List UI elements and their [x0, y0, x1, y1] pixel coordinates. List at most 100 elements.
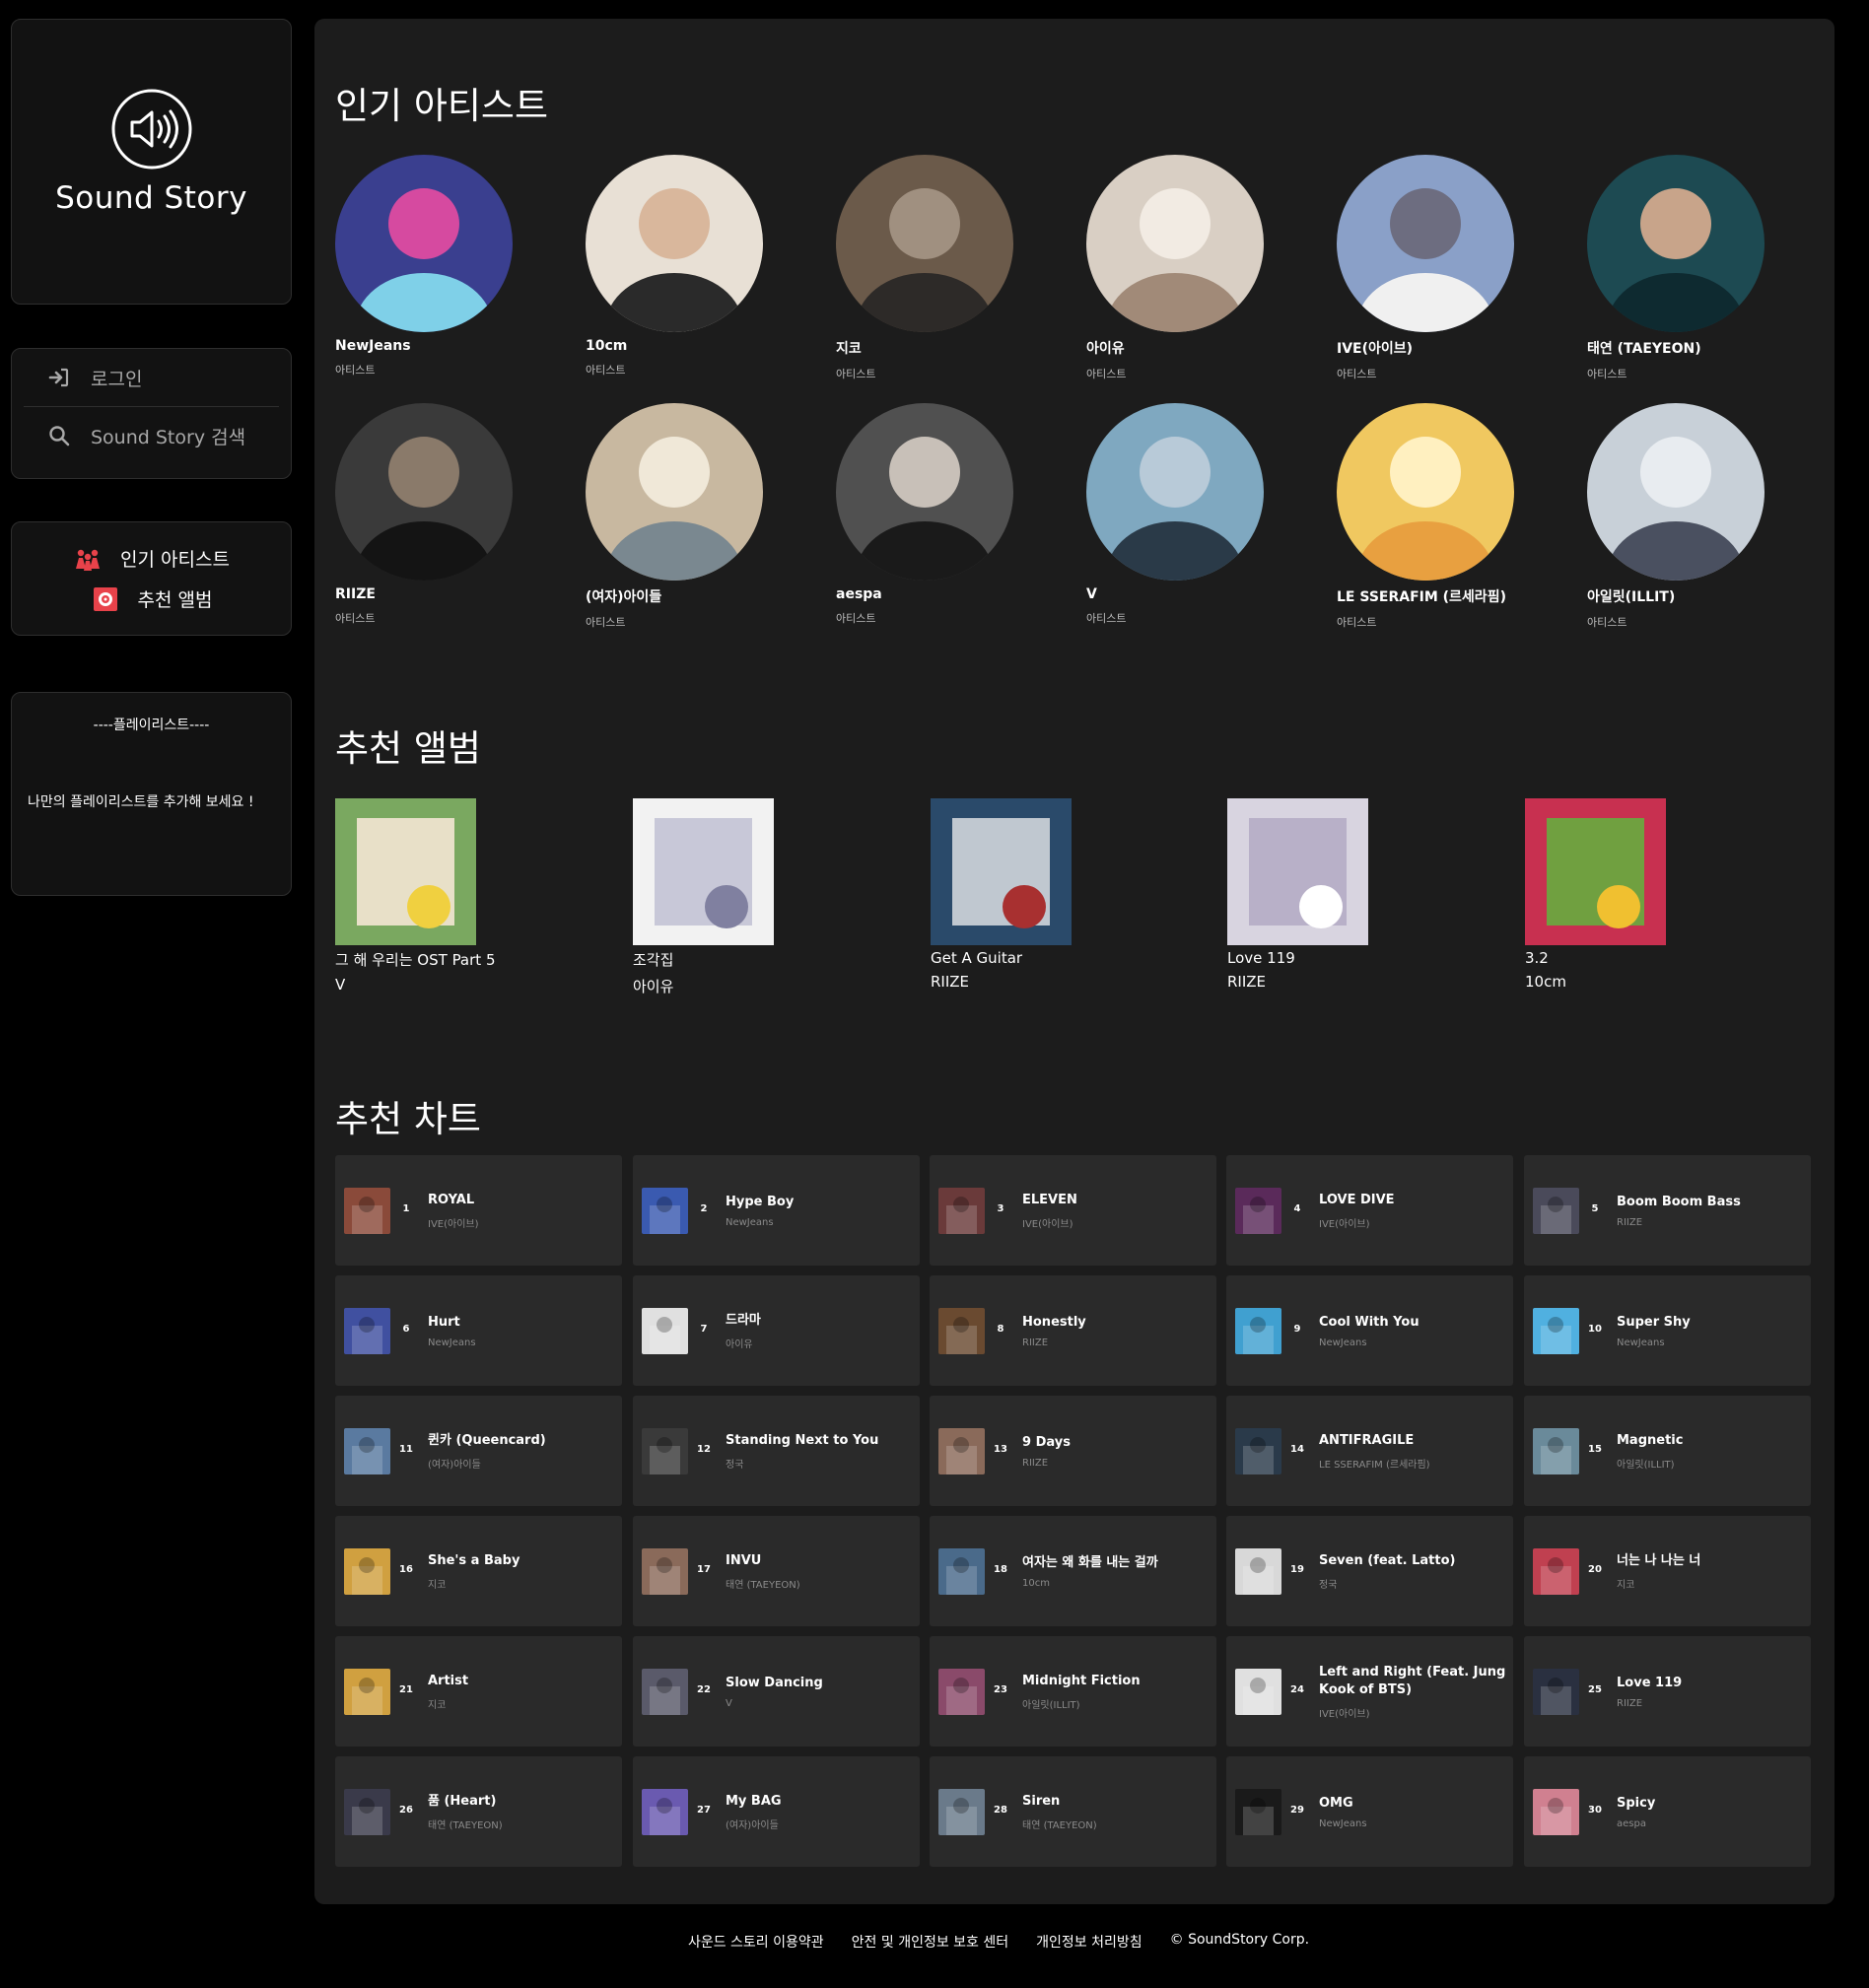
artist-card[interactable]: NewJeans 아티스트: [335, 155, 562, 377]
artist-card[interactable]: 아이유 아티스트: [1086, 155, 1313, 381]
footer-terms-link[interactable]: 사운드 스토리 이용약관: [688, 1932, 824, 1952]
album-card[interactable]: 3.2 10cm: [1525, 798, 1762, 991]
menu-recommended-albums[interactable]: 추천 앨범: [12, 579, 291, 619]
artist-name: IVE(아이브): [1337, 341, 1414, 357]
chart-item[interactable]: 18 여자는 왜 화를 내는 걸까 10cm: [930, 1516, 1216, 1626]
chart-title: Honestly: [1022, 1314, 1086, 1330]
album-cover: [633, 798, 774, 945]
artist-photo: [335, 403, 513, 581]
chart-item[interactable]: 19 Seven (feat. Latto) 정국: [1226, 1516, 1513, 1626]
menu-recommended-albums-label: 추천 앨범: [137, 589, 213, 611]
chart-thumbnail: [938, 1188, 985, 1234]
chart-rank: 28: [994, 1805, 1007, 1816]
footer-privacy-link[interactable]: 개인정보 처리방침: [1036, 1932, 1142, 1952]
chart-info: OMG NewJeans: [1319, 1756, 1506, 1867]
playlist-panel[interactable]: ----플레이리스트---- 나만의 플레이리스트를 추가해 보세요 !: [11, 692, 292, 896]
chart-item[interactable]: 20 너는 나 나는 너 지코: [1524, 1516, 1811, 1626]
artist-photo: [1587, 403, 1765, 581]
chart-item[interactable]: 13 9 Days RIIZE: [930, 1396, 1216, 1506]
chart-thumbnail: [1533, 1428, 1579, 1474]
artist-card[interactable]: 태연 (TAEYEON) 아티스트: [1587, 155, 1814, 381]
chart-item[interactable]: 10 Super Shy NewJeans: [1524, 1275, 1811, 1386]
chart-item[interactable]: 22 Slow Dancing V: [633, 1636, 920, 1747]
chart-item[interactable]: 7 드라마 아이유: [633, 1275, 920, 1386]
chart-item[interactable]: 2 Hype Boy NewJeans: [633, 1155, 920, 1266]
chart-title: 품 (Heart): [428, 1793, 497, 1809]
chart-item[interactable]: 21 Artist 지코: [335, 1636, 622, 1747]
artist-card[interactable]: aespa 아티스트: [836, 403, 1063, 626]
chart-rank: 18: [994, 1564, 1007, 1575]
chart-item[interactable]: 11 퀸카 (Queencard) (여자)아이들: [335, 1396, 622, 1506]
chart-rank: 14: [1290, 1444, 1304, 1455]
artist-card[interactable]: V 아티스트: [1086, 403, 1313, 626]
chart-item[interactable]: 3 ELEVEN IVE(아이브): [930, 1155, 1216, 1266]
chart-info: Left and Right (Feat. Jung Kook of BTS) I…: [1319, 1636, 1506, 1747]
artist-name: 지코: [836, 341, 862, 357]
artist-card[interactable]: RIIZE 아티스트: [335, 403, 562, 626]
chart-rank: 19: [1290, 1564, 1304, 1575]
chart-thumbnail: [1235, 1548, 1281, 1595]
chart-item[interactable]: 1 ROYAL IVE(아이브): [335, 1155, 622, 1266]
chart-item[interactable]: 30 Spicy aespa: [1524, 1756, 1811, 1867]
chart-thumbnail: [642, 1669, 688, 1715]
artist-photo: [586, 403, 763, 581]
chart-rank: 1: [402, 1203, 410, 1214]
chart-item[interactable]: 15 Magnetic 아일릿(ILLIT): [1524, 1396, 1811, 1506]
chart-thumbnail: [1533, 1789, 1579, 1835]
album-card[interactable]: Get A Guitar RIIZE: [931, 798, 1167, 991]
chart-item[interactable]: 8 Honestly RIIZE: [930, 1275, 1216, 1386]
chart-thumbnail: [344, 1789, 390, 1835]
chart-info: Spicy aespa: [1617, 1756, 1804, 1867]
album-card[interactable]: Love 119 RIIZE: [1227, 798, 1464, 991]
chart-item[interactable]: 29 OMG NewJeans: [1226, 1756, 1513, 1867]
chart-item[interactable]: 6 Hurt NewJeans: [335, 1275, 622, 1386]
chart-title: 너는 나 나는 너: [1617, 1552, 1701, 1568]
footer-safety-link[interactable]: 안전 및 개인정보 보호 센터: [852, 1932, 1008, 1952]
artist-card[interactable]: IVE(아이브) 아티스트: [1337, 155, 1563, 381]
artist-name: (여자)아이들: [586, 589, 662, 605]
chart-thumbnail: [938, 1428, 985, 1474]
artist-type: 아티스트: [1086, 368, 1127, 380]
chart-artist: NewJeans: [1319, 1337, 1367, 1348]
artist-card[interactable]: 지코 아티스트: [836, 155, 1063, 381]
chart-item[interactable]: 17 INVU 태연 (TAEYEON): [633, 1516, 920, 1626]
chart-title: Love 119: [1617, 1675, 1683, 1690]
artist-card[interactable]: LE SSERAFIM (르세라핌) 아티스트: [1337, 403, 1563, 630]
artist-card[interactable]: 10cm 아티스트: [586, 155, 812, 377]
artist-card[interactable]: (여자)아이들 아티스트: [586, 403, 812, 630]
chart-item[interactable]: 25 Love 119 RIIZE: [1524, 1636, 1811, 1747]
chart-item[interactable]: 4 LOVE DIVE IVE(아이브): [1226, 1155, 1513, 1266]
chart-item[interactable]: 12 Standing Next to You 정국: [633, 1396, 920, 1506]
footer: 사운드 스토리 이용약관 안전 및 개인정보 보호 센터 개인정보 처리방침 ©…: [0, 1932, 1869, 1952]
album-card[interactable]: 그 해 우리는 OST Part 5 V: [335, 798, 572, 994]
logo-panel[interactable]: Sound Story: [11, 19, 292, 305]
logo-text: Sound Story: [55, 180, 247, 216]
chart-item[interactable]: 26 품 (Heart) 태연 (TAEYEON): [335, 1756, 622, 1867]
chart-item[interactable]: 16 She's a Baby 지코: [335, 1516, 622, 1626]
chart-item[interactable]: 14 ANTIFRAGILE LE SSERAFIM (르세라핌): [1226, 1396, 1513, 1506]
chart-item[interactable]: 5 Boom Boom Bass RIIZE: [1524, 1155, 1811, 1266]
people-icon: [73, 545, 103, 573]
artist-type: 아티스트: [836, 612, 876, 625]
artist-card[interactable]: 아일릿(ILLIT) 아티스트: [1587, 403, 1814, 630]
chart-artist: 태연 (TAEYEON): [726, 1579, 800, 1591]
chart-rank: 7: [700, 1324, 708, 1335]
chart-item[interactable]: 27 My BAG (여자)아이들: [633, 1756, 920, 1867]
chart-item[interactable]: 28 Siren 태연 (TAEYEON): [930, 1756, 1216, 1867]
chart-title: LOVE DIVE: [1319, 1192, 1395, 1207]
chart-item[interactable]: 23 Midnight Fiction 아일릿(ILLIT): [930, 1636, 1216, 1747]
chart-info: 드라마 아이유: [726, 1275, 913, 1386]
chart-artist: 태연 (TAEYEON): [1022, 1819, 1097, 1831]
search-link[interactable]: Sound Story 검색: [12, 407, 291, 464]
login-link[interactable]: 로그인: [12, 349, 291, 406]
artist-photo: [1086, 403, 1264, 581]
chart-thumbnail: [1235, 1789, 1281, 1835]
chart-title: Spicy: [1617, 1795, 1656, 1811]
album-cover: [931, 798, 1072, 945]
chart-artist: 지코: [428, 1699, 447, 1711]
chart-item[interactable]: 9 Cool With You NewJeans: [1226, 1275, 1513, 1386]
chart-info: Boom Boom Bass RIIZE: [1617, 1155, 1804, 1266]
menu-popular-artists[interactable]: 인기 아티스트: [12, 538, 291, 579]
album-card[interactable]: 조각집 아이유: [633, 798, 869, 996]
chart-item[interactable]: 24 Left and Right (Feat. Jung Kook of BTS…: [1226, 1636, 1513, 1747]
